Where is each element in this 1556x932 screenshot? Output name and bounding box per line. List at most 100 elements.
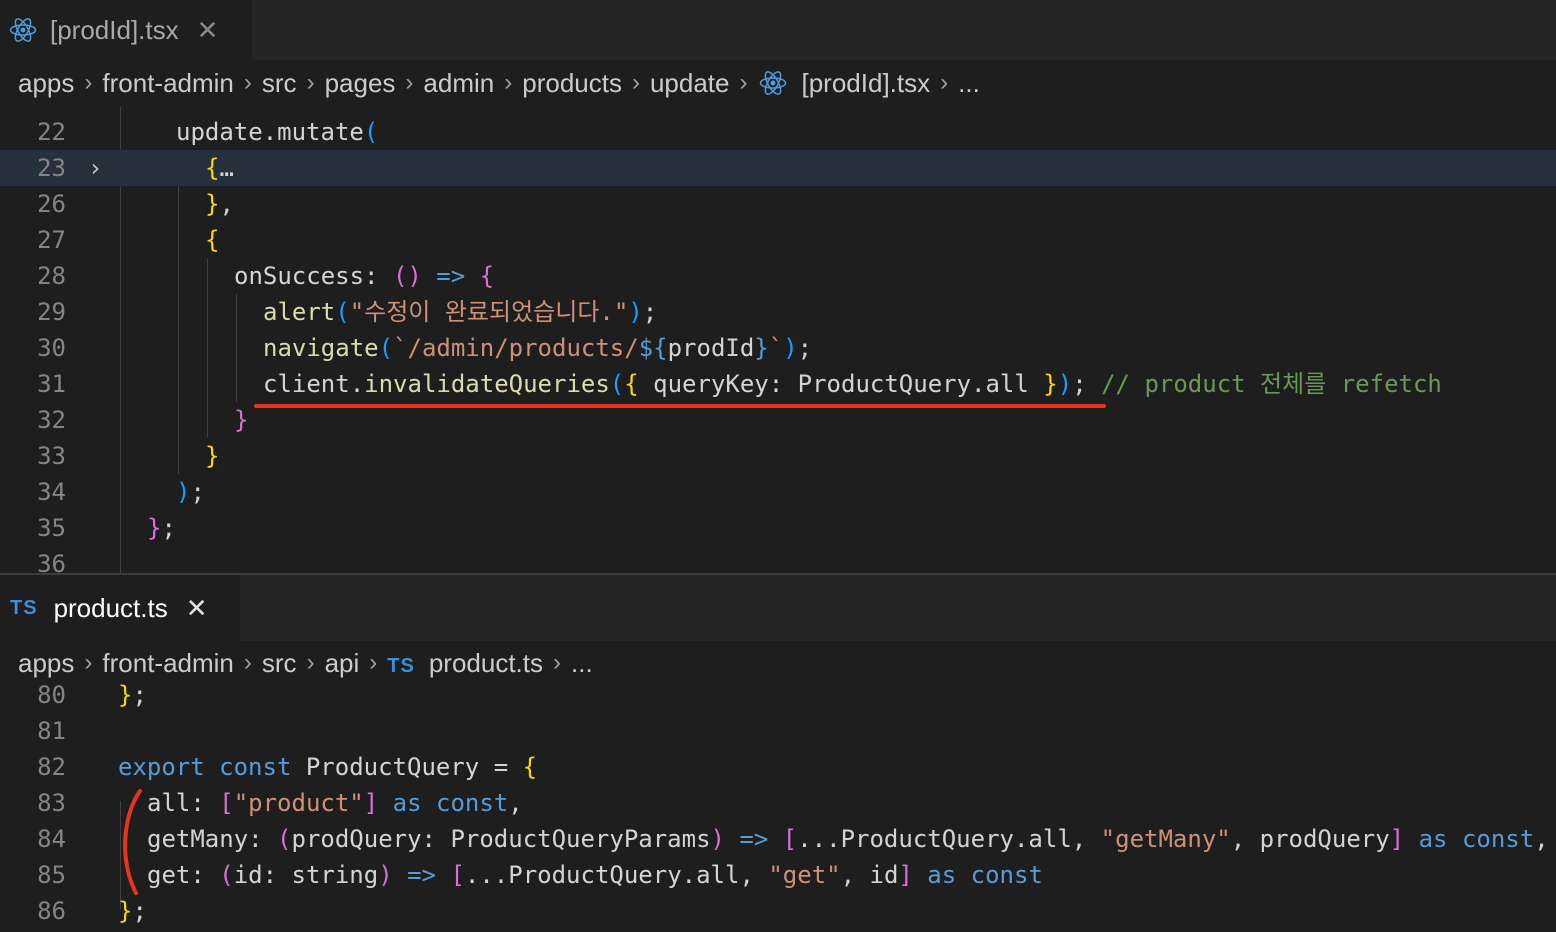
code-line[interactable]: 29 alert("수정이 완료되었습니다."); <box>0 294 1556 330</box>
line-number: 35 <box>37 514 66 542</box>
chevron-right-icon[interactable]: › <box>88 150 102 186</box>
breadcrumb-item[interactable]: src <box>252 68 297 99</box>
code-token: , <box>508 789 523 817</box>
code-token: , <box>1534 825 1549 853</box>
chevron-right-icon: › <box>631 69 640 96</box>
code-line[interactable]: 84 getMany: (prodQuery: ProductQueryParam… <box>0 821 1556 857</box>
code-text: alert("수정이 완료되었습니다."); <box>263 294 657 330</box>
line-number: 27 <box>37 226 66 254</box>
chevron-right-icon: › <box>739 69 748 96</box>
close-icon[interactable]: ✕ <box>197 15 219 46</box>
code-line[interactable]: 83 all: ["product"] as const, <box>0 785 1556 821</box>
breadcrumb-item[interactable]: src <box>252 648 297 679</box>
line-number: 32 <box>37 406 66 434</box>
code-token: "getMany" <box>1100 825 1231 853</box>
annotation-bracket <box>123 789 142 895</box>
code-token: ; <box>1072 370 1102 398</box>
typescript-icon: TS <box>10 596 38 619</box>
code-text: getMany: (prodQuery: ProductQueryParams)… <box>147 821 1549 857</box>
code-text: all: ["product"] as const, <box>147 785 523 821</box>
code-token: "product" <box>233 789 364 817</box>
line-number: 85 <box>37 861 66 889</box>
code-token: ...ProductQuery.all, <box>797 825 1101 853</box>
code-token: => <box>421 262 480 290</box>
breadcrumb-item[interactable]: front-admin <box>92 68 234 99</box>
code-line[interactable]: 85 get: (id: string) => [...ProductQuery.… <box>0 857 1556 893</box>
code-line[interactable]: 34); <box>0 474 1556 510</box>
code-token: ; <box>132 681 147 709</box>
code-token: ( <box>378 334 394 362</box>
code-token: ( <box>335 298 350 326</box>
code-token: ; <box>161 514 176 542</box>
code-token: } <box>205 190 220 218</box>
code-text: onSuccess: () => { <box>234 258 494 294</box>
code-text: }; <box>147 510 176 546</box>
top-editor-pane: [prodId].tsx ✕ apps › front-admin › src … <box>0 0 1556 574</box>
code-token: => <box>724 825 783 853</box>
code-line[interactable]: 23 › {… <box>0 150 1556 186</box>
breadcrumb-more[interactable]: ... <box>948 68 980 99</box>
breadcrumb-item[interactable]: api <box>315 648 360 679</box>
code-line[interactable]: 26}, <box>0 186 1556 222</box>
code-line[interactable]: 36 <box>0 546 1556 574</box>
chevron-right-icon: › <box>504 69 513 96</box>
breadcrumb-file[interactable]: [prodId].tsx <box>748 68 930 99</box>
breadcrumb-item[interactable]: apps <box>0 68 74 99</box>
breadcrumb-more[interactable]: ... <box>561 648 593 679</box>
code-text: export const ProductQuery = { <box>118 749 537 785</box>
code-line[interactable]: 82 export const ProductQuery = { <box>0 749 1556 785</box>
code-token: ; <box>190 478 205 506</box>
code-token: as <box>392 789 422 817</box>
code-token: getMany: <box>147 825 278 853</box>
code-line[interactable]: 33} <box>0 438 1556 474</box>
breadcrumb-item[interactable]: apps <box>0 648 74 679</box>
code-token: ` <box>768 334 784 362</box>
code-token: ) <box>1057 370 1073 398</box>
breadcrumb-file[interactable]: TS product.ts <box>377 648 543 679</box>
line-number: 81 <box>37 717 66 745</box>
code-line[interactable]: 86}; <box>0 893 1556 929</box>
code-token: { <box>205 154 220 182</box>
code-line[interactable]: 27 { <box>0 222 1556 258</box>
code-token: queryKey: ProductQuery.all <box>638 370 1044 398</box>
code-line[interactable]: 35}; <box>0 510 1556 546</box>
breadcrumb-item[interactable]: admin <box>413 68 494 99</box>
code-line[interactable]: 80}; <box>0 677 1556 713</box>
tab-product-ts[interactable]: TS product.ts ✕ <box>0 575 240 641</box>
code-token: ) <box>378 861 393 889</box>
code-token: { <box>624 370 639 398</box>
code-token: } <box>205 442 220 470</box>
code-line[interactable]: 31 client.invalidateQueries({ queryKey: P… <box>0 366 1556 402</box>
code-token: as <box>927 861 957 889</box>
code-text: } <box>234 402 248 438</box>
code-token: } <box>118 681 133 709</box>
code-text: } <box>205 438 219 474</box>
code-text: client.invalidateQueries({ queryKey: Pro… <box>263 366 1442 402</box>
code-token: { <box>205 226 220 254</box>
code-line[interactable]: 22 update.mutate( <box>0 114 1556 150</box>
chevron-right-icon: › <box>940 69 949 96</box>
line-number: 33 <box>37 442 66 470</box>
code-token: ; <box>132 897 147 925</box>
code-line[interactable]: 81 <box>0 713 1556 749</box>
code-token: const <box>219 753 292 781</box>
code-line[interactable]: 28 onSuccess: () => { <box>0 258 1556 294</box>
code-line[interactable]: 30 navigate(`/admin/products/${prodId}`); <box>0 330 1556 366</box>
chevron-right-icon: › <box>84 649 93 676</box>
bottom-code-area[interactable]: 80}; 81 82 export const ProductQuery = {83 a… <box>0 681 1556 932</box>
breadcrumb-item[interactable]: front-admin <box>92 648 234 679</box>
code-token: ( <box>363 118 379 146</box>
breadcrumb-item[interactable]: update <box>640 68 730 99</box>
code-token: ) <box>176 478 191 506</box>
close-icon[interactable]: ✕ <box>186 593 208 624</box>
chevron-right-icon: › <box>553 649 561 676</box>
breadcrumb-item[interactable]: products <box>512 68 622 99</box>
tab-prodid-tsx[interactable]: [prodId].tsx ✕ <box>0 0 252 60</box>
breadcrumb-item[interactable]: pages <box>315 68 396 99</box>
bottom-tab-bar: TS product.ts ✕ <box>0 575 1556 641</box>
react-icon <box>9 18 37 42</box>
top-code-area[interactable]: 22 update.mutate(23 › {… 26}, 27{28 onSuccess:… <box>0 106 1556 574</box>
code-text: }; <box>118 677 147 713</box>
code-token: ] <box>363 789 379 817</box>
